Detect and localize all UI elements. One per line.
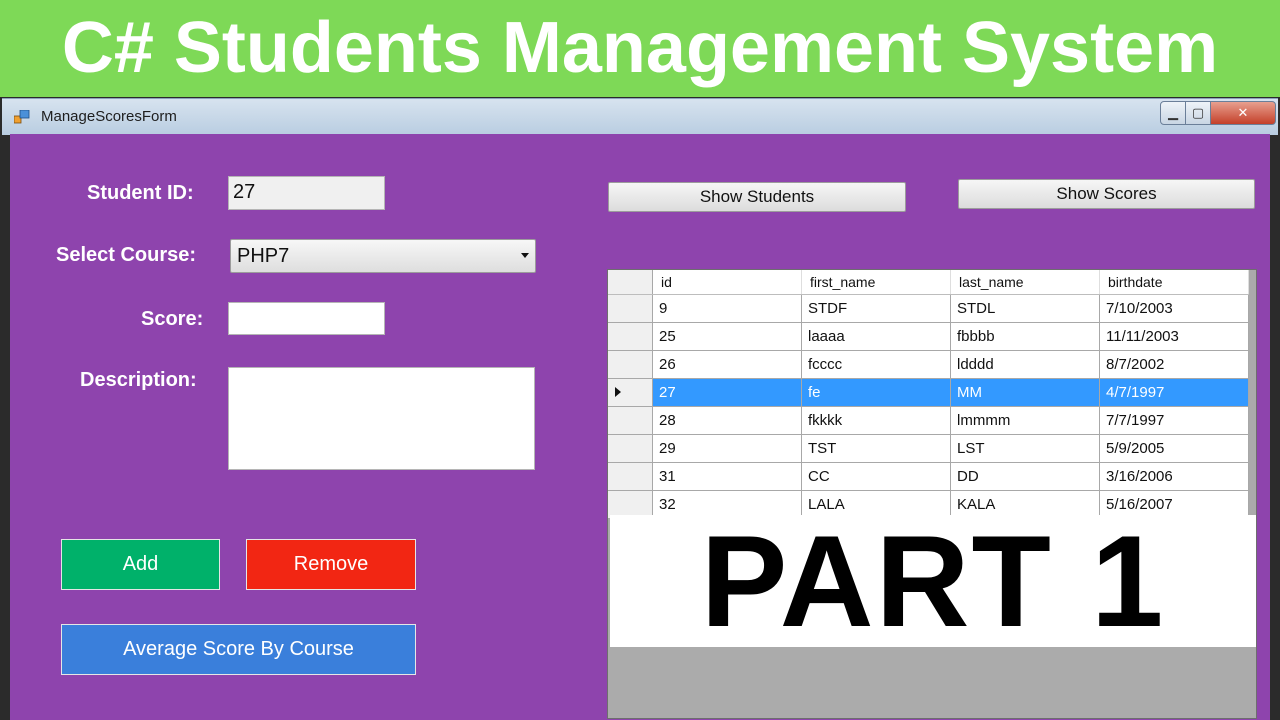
student-id-input[interactable]: 27 [228, 176, 385, 210]
score-input[interactable] [228, 302, 385, 335]
table-cell[interactable]: ldddd [950, 350, 1100, 379]
table-cell[interactable]: fe [801, 378, 951, 407]
table-cell[interactable]: 31 [652, 462, 802, 491]
description-textarea[interactable] [228, 367, 535, 470]
minimize-button[interactable]: ▁ [1160, 101, 1186, 125]
row-header[interactable] [608, 350, 653, 379]
table-cell[interactable]: 9 [652, 294, 802, 323]
show-students-button[interactable]: Show Students [608, 182, 906, 212]
table-cell[interactable]: CC [801, 462, 951, 491]
description-label: Description: [80, 369, 197, 391]
table-cell[interactable]: 26 [652, 350, 802, 379]
part-overlay: PART 1 [610, 515, 1256, 647]
table-cell[interactable]: LST [950, 434, 1100, 463]
course-select-value: PHP7 [237, 245, 290, 267]
banner-title: C# Students Management System [61, 8, 1219, 88]
table-row[interactable]: 29 TST LST 5/9/2005 [608, 434, 1249, 463]
table-row[interactable]: 25 laaaa fbbbb 11/11/2003 [608, 322, 1249, 351]
row-header[interactable] [608, 434, 653, 463]
column-header-birthdate[interactable]: birthdate [1099, 270, 1249, 295]
course-label: Select Course: [56, 244, 197, 266]
table-cell[interactable]: fbbbb [950, 322, 1100, 351]
table-cell[interactable]: 7/7/1997 [1099, 406, 1249, 435]
table-cell[interactable]: 11/11/2003 [1099, 322, 1249, 351]
table-cell[interactable]: 28 [652, 406, 802, 435]
window-titlebar[interactable]: ManageScoresForm ▁ ▢ ✕ [2, 98, 1278, 135]
table-cell[interactable]: lmmmm [950, 406, 1100, 435]
table-cell[interactable]: 3/16/2006 [1099, 462, 1249, 491]
current-row-arrow-icon [615, 387, 621, 397]
row-header[interactable] [608, 294, 653, 323]
app-icon [14, 110, 30, 124]
row-header[interactable] [608, 462, 653, 491]
score-label: Score: [141, 308, 204, 330]
table-row[interactable]: 26 fcccc ldddd 8/7/2002 [608, 350, 1249, 379]
students-table: id first_name last_name birthdate 9 STDF S… [608, 270, 1249, 519]
column-header-first-name[interactable]: first_name [801, 270, 951, 295]
column-header-last-name[interactable]: last_name [950, 270, 1100, 295]
window-title: ManageScoresForm [41, 108, 177, 125]
chevron-down-icon [521, 253, 529, 258]
table-row[interactable]: 31 CC DD 3/16/2006 [608, 462, 1249, 491]
close-button[interactable]: ✕ [1211, 101, 1276, 125]
table-cell[interactable]: DD [950, 462, 1100, 491]
row-header-corner [608, 270, 653, 295]
table-cell[interactable]: 5/9/2005 [1099, 434, 1249, 463]
table-cell[interactable]: 4/7/1997 [1099, 378, 1249, 407]
table-cell[interactable]: 8/7/2002 [1099, 350, 1249, 379]
average-score-button[interactable]: Average Score By Course [61, 624, 416, 675]
maximize-button[interactable]: ▢ [1186, 101, 1211, 125]
table-row[interactable]: 27 fe MM 4/7/1997 [608, 378, 1249, 407]
window-controls: ▁ ▢ ✕ [1160, 101, 1276, 125]
column-header-id[interactable]: id [652, 270, 802, 295]
course-select[interactable]: PHP7 [230, 239, 536, 273]
table-cell[interactable]: 7/10/2003 [1099, 294, 1249, 323]
table-row[interactable]: 9 STDF STDL 7/10/2003 [608, 294, 1249, 323]
table-cell[interactable]: fcccc [801, 350, 951, 379]
student-id-label: Student ID: [87, 182, 194, 204]
table-cell[interactable]: 25 [652, 322, 802, 351]
table-body: 9 STDF STDL 7/10/2003 25 laaaa fbbbb 11/11/2003… [608, 294, 1249, 519]
banner: C# Students Management System [0, 0, 1280, 98]
add-button[interactable]: Add [61, 539, 220, 590]
show-scores-button[interactable]: Show Scores [958, 179, 1255, 209]
table-cell[interactable]: STDF [801, 294, 951, 323]
table-row[interactable]: 28 fkkkk lmmmm 7/7/1997 [608, 406, 1249, 435]
table-cell[interactable]: TST [801, 434, 951, 463]
row-header[interactable] [608, 378, 653, 407]
part-overlay-text: PART 1 [700, 508, 1166, 654]
table-cell[interactable]: fkkkk [801, 406, 951, 435]
row-header[interactable] [608, 322, 653, 351]
table-cell[interactable]: STDL [950, 294, 1100, 323]
row-header[interactable] [608, 406, 653, 435]
remove-button[interactable]: Remove [246, 539, 416, 590]
table-header-row: id first_name last_name birthdate [608, 270, 1249, 295]
table-cell[interactable]: MM [950, 378, 1100, 407]
table-cell[interactable]: laaaa [801, 322, 951, 351]
table-cell[interactable]: 29 [652, 434, 802, 463]
table-cell[interactable]: 27 [652, 378, 802, 407]
